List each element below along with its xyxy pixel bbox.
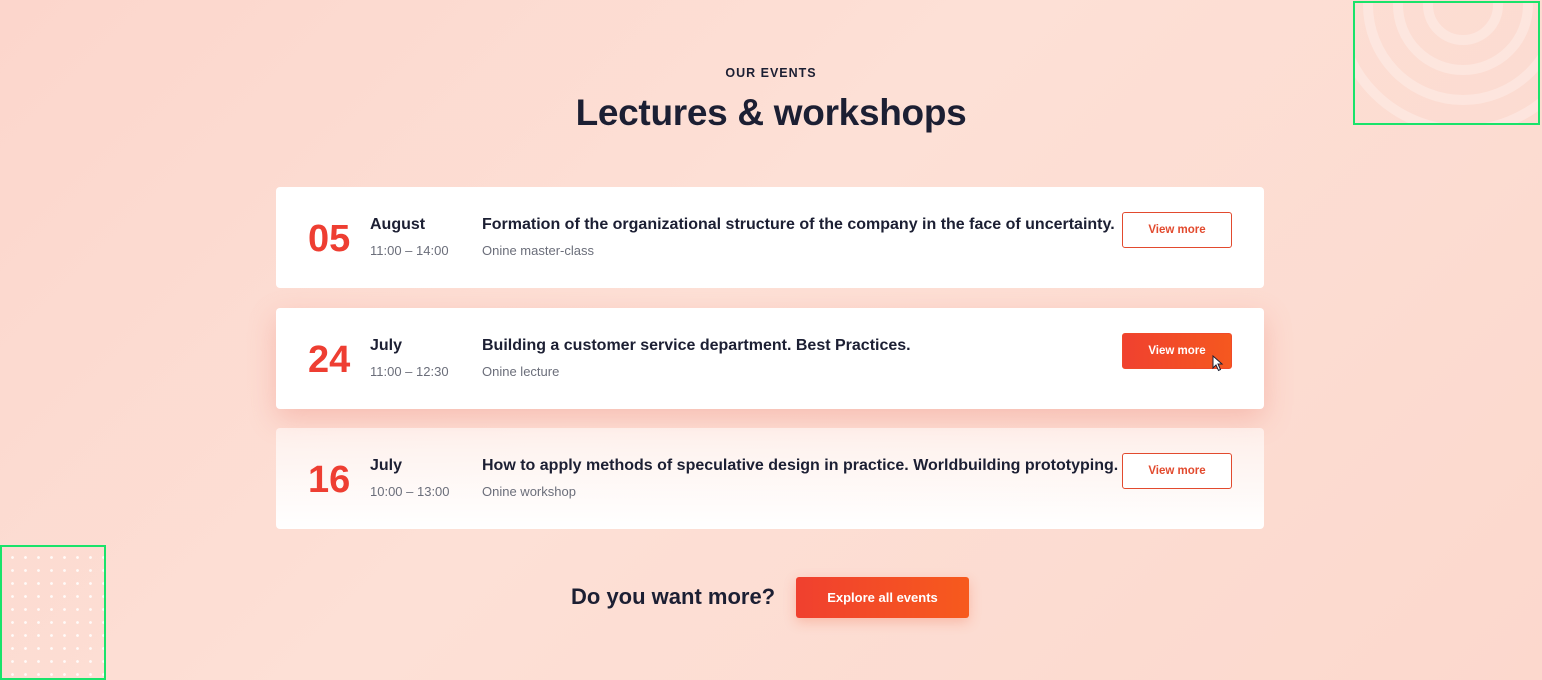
cta-question: Do you want more? <box>571 584 776 609</box>
event-type: Onine workshop <box>482 484 576 499</box>
event-time: 10:00 – 13:00 <box>370 484 450 499</box>
event-month: August <box>370 216 426 233</box>
page-title: Lectures & workshops <box>575 92 967 133</box>
event-day: 05 <box>308 218 351 260</box>
event-day: 16 <box>308 459 351 501</box>
event-time: 11:00 – 14:00 <box>370 243 449 258</box>
event-title: Formation of the organizational structur… <box>482 216 1115 233</box>
dot-grid-decoration <box>0 545 106 680</box>
event-card: 16 July 10:00 – 13:00 How to apply metho… <box>276 428 1264 529</box>
section-eyebrow: OUR EVENTS <box>725 66 817 80</box>
event-type: Onine master-class <box>482 243 594 258</box>
event-title: Building a customer service department. … <box>482 337 911 354</box>
event-time: 11:00 – 12:30 <box>370 364 449 379</box>
event-day: 24 <box>308 339 351 381</box>
event-card: 24 July 11:00 – 12:30 Building a custome… <box>276 308 1264 409</box>
event-month: July <box>370 337 403 354</box>
event-title: How to apply methods of speculative desi… <box>482 457 1119 474</box>
event-type: Onine lecture <box>482 364 560 379</box>
explore-all-events-button[interactable]: Explore all events <box>796 577 969 618</box>
event-card: 05 August 11:00 – 14:00 Formation of the… <box>276 187 1264 288</box>
view-more-button[interactable]: View more <box>1122 212 1232 248</box>
event-month: July <box>370 457 403 474</box>
view-more-button[interactable]: View more <box>1122 453 1232 489</box>
pointer-cursor-icon <box>1212 355 1224 372</box>
